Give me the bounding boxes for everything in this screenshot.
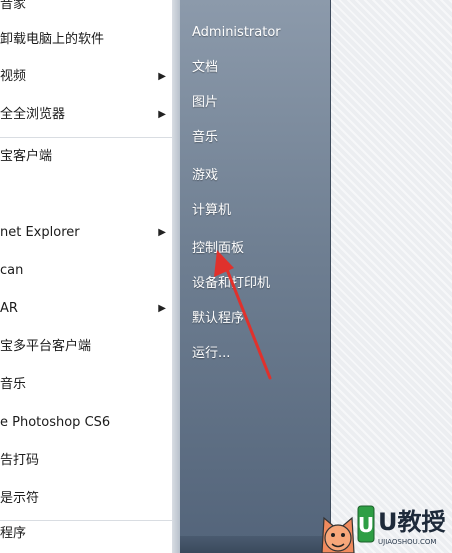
svg-text:U: U — [358, 513, 374, 537]
watermark-logo: U U教授 UJIAOSHOU.COM — [321, 505, 446, 553]
watermark-title: U教授 — [378, 508, 446, 536]
watermark-url: UJIAOSHOU.COM — [378, 538, 436, 546]
annotation-arrow — [214, 250, 272, 380]
